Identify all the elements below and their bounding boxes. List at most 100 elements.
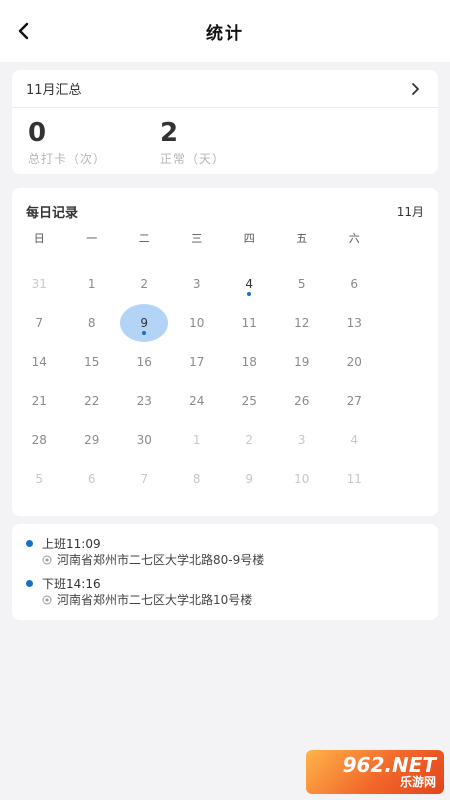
- calendar-day[interactable]: 10: [171, 303, 224, 342]
- stat-total-checkins: 0 总打卡（次）: [28, 118, 160, 167]
- location-icon: [42, 555, 52, 565]
- calendar-day[interactable]: 3: [276, 420, 329, 459]
- watermark-subtitle: 乐游网: [399, 775, 436, 789]
- calendar-day[interactable]: 25: [223, 381, 276, 420]
- calendar-day[interactable]: 16: [118, 342, 171, 381]
- record-address: 河南省郑州市二七区大学北路80-9号楼: [57, 553, 265, 567]
- calendar-day[interactable]: 31: [13, 264, 66, 303]
- calendar-day[interactable]: 8: [171, 459, 224, 498]
- day-number: 18: [241, 354, 257, 369]
- summary-header[interactable]: 11月汇总: [12, 70, 438, 108]
- day-number: 10: [294, 471, 310, 486]
- weekday-label: 六: [348, 232, 360, 245]
- stat-label: 正常（天）: [160, 152, 226, 166]
- day-number: 12: [294, 315, 310, 330]
- calendar-day[interactable]: 3: [171, 264, 224, 303]
- calendar-day[interactable]: 2: [223, 420, 276, 459]
- day-number: 11: [241, 315, 257, 330]
- calendar-day[interactable]: 24: [171, 381, 224, 420]
- calendar-day[interactable]: 9: [223, 459, 276, 498]
- calendar-day-selected[interactable]: 9: [118, 303, 171, 342]
- calendar-day[interactable]: 5: [13, 459, 66, 498]
- day-number: 24: [189, 393, 205, 408]
- record-time: 下班14:16: [42, 577, 101, 591]
- calendar-day[interactable]: 30: [118, 420, 171, 459]
- calendar-day[interactable]: 13: [328, 303, 381, 342]
- day-number: 11: [346, 471, 362, 486]
- calendar-month[interactable]: 11月: [397, 203, 424, 220]
- calendar-day[interactable]: 6: [328, 264, 381, 303]
- page-title: 统计: [206, 23, 244, 44]
- watermark-brand: 962.NET: [342, 753, 436, 777]
- summary-title: 11月汇总: [26, 83, 82, 98]
- day-number: 8: [192, 471, 201, 486]
- chevron-left-icon: [18, 22, 29, 40]
- day-number: 1: [192, 432, 201, 447]
- calendar-title: 每日记录: [26, 205, 79, 221]
- day-number: 5: [297, 276, 306, 291]
- day-number: 3: [297, 432, 306, 447]
- back-button[interactable]: [10, 16, 38, 46]
- calendar-day[interactable]: 2: [118, 264, 171, 303]
- calendar-day[interactable]: 7: [118, 459, 171, 498]
- day-number: 27: [346, 393, 362, 408]
- weekday-label: 三: [191, 232, 203, 245]
- calendar-day[interactable]: 18: [223, 342, 276, 381]
- calendar-day[interactable]: 11: [328, 459, 381, 498]
- weekday-label: 四: [243, 232, 255, 245]
- day-number: 25: [241, 393, 257, 408]
- day-number: 31: [31, 276, 47, 291]
- calendar-day[interactable]: 15: [66, 342, 119, 381]
- calendar-day[interactable]: 11: [223, 303, 276, 342]
- calendar-day[interactable]: 6: [66, 459, 119, 498]
- calendar-day[interactable]: 7: [13, 303, 66, 342]
- site-watermark-logo: 962.NET 乐游网: [306, 750, 444, 794]
- calendar-day[interactable]: 20: [328, 342, 381, 381]
- app-header: 统计: [0, 0, 450, 62]
- calendar-day[interactable]: 1: [171, 420, 224, 459]
- day-number: 21: [31, 393, 47, 408]
- calendar-day[interactable]: 5: [276, 264, 329, 303]
- record-address: 河南省郑州市二七区大学北路10号楼: [57, 593, 253, 607]
- stat-value: 0: [28, 118, 47, 148]
- calendar-day[interactable]: 14: [13, 342, 66, 381]
- calendar-day[interactable]: 19: [276, 342, 329, 381]
- calendar-day[interactable]: 8: [66, 303, 119, 342]
- calendar-day[interactable]: 23: [118, 381, 171, 420]
- day-number: 8: [87, 315, 96, 330]
- stat-normal-days: 2 正常（天）: [160, 118, 292, 167]
- daily-records-calendar: 每日记录 11月 日一二三四五六 31 1 2 3 4 5 6 7 8 9 10 11 12 13 14 15…: [12, 188, 438, 516]
- day-number: 2: [245, 432, 254, 447]
- calendar-day[interactable]: 28: [13, 420, 66, 459]
- day-number: 28: [31, 432, 47, 447]
- calendar-day[interactable]: 22: [66, 381, 119, 420]
- day-number: 9: [245, 471, 254, 486]
- record-clock-in: 上班11:09 河南省郑州市二七区大学北路80-9号楼: [26, 536, 426, 568]
- chevron-right-icon[interactable]: [406, 80, 424, 98]
- day-number: 19: [294, 354, 310, 369]
- calendar-day[interactable]: 4: [223, 264, 276, 303]
- calendar-day[interactable]: 29: [66, 420, 119, 459]
- day-number: 4: [350, 432, 359, 447]
- record-location: 河南省郑州市二七区大学北路10号楼: [42, 592, 426, 608]
- calendar-day[interactable]: 1: [66, 264, 119, 303]
- day-number: 2: [140, 276, 149, 291]
- calendar-day[interactable]: 17: [171, 342, 224, 381]
- calendar-day[interactable]: 10: [276, 459, 329, 498]
- day-number: 4: [245, 276, 254, 291]
- day-number: 20: [346, 354, 362, 369]
- weekday-header: 日一二三四五六: [12, 228, 438, 248]
- calendar-day[interactable]: 21: [13, 381, 66, 420]
- calendar-day[interactable]: 27: [328, 381, 381, 420]
- punch-records: 上班11:09 河南省郑州市二七区大学北路80-9号楼 下班14:16 河南省郑…: [12, 524, 438, 620]
- calendar-day[interactable]: 12: [276, 303, 329, 342]
- record-clock-out: 下班14:16 河南省郑州市二七区大学北路10号楼: [26, 576, 426, 608]
- calendar-day[interactable]: 4: [328, 420, 381, 459]
- record-location: 河南省郑州市二七区大学北路80-9号楼: [42, 552, 426, 568]
- day-number: 7: [35, 315, 44, 330]
- day-number: 16: [136, 354, 152, 369]
- calendar-header: 每日记录 11月: [12, 194, 438, 228]
- stat-value: 2: [160, 118, 179, 148]
- day-number: 23: [136, 393, 152, 408]
- calendar-day[interactable]: 26: [276, 381, 329, 420]
